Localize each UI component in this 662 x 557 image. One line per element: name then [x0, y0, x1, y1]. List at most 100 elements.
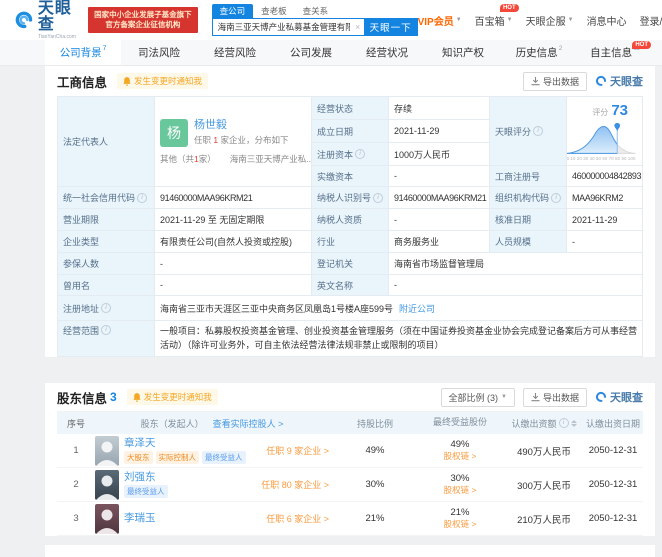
info-icon[interactable]	[137, 193, 147, 203]
login-register-link[interactable]: 登录/注册	[640, 13, 662, 28]
field-value: -	[389, 166, 489, 186]
export-data-button[interactable]: 导出数据	[523, 388, 587, 407]
field-value: 一般项目：私募股权投资基金管理、创业投资基金管理服务（须在中国证券投资基金业协会…	[155, 321, 642, 356]
badge-major-shareholder: 大股东	[124, 451, 153, 464]
field-value: 商务服务业	[389, 231, 489, 252]
search-input[interactable]	[212, 18, 364, 36]
view-controller-link[interactable]: 查看实际控股人 >	[213, 417, 284, 430]
field-label: 组织机构代码	[490, 187, 566, 208]
field-value: 91460000MAA96KRM21	[155, 187, 311, 208]
info-icon[interactable]	[355, 149, 365, 159]
col-header-ratio: 持股比例	[335, 417, 415, 430]
tab-judicial-risk[interactable]: 司法风险	[121, 40, 197, 65]
shareholder-name-link[interactable]: 李瑞玉	[124, 512, 156, 525]
search-button[interactable]: 天眼一下	[364, 18, 418, 36]
shareholder-name-link[interactable]: 刘强东	[124, 471, 168, 484]
table-row: 3 李瑞玉 任职 6 家企业 > 21% 21% 股权链 > 210万人民币 2…	[57, 502, 643, 536]
hot-badge: HOT	[632, 41, 651, 49]
search-tab-company[interactable]: 查公司	[212, 4, 254, 18]
tab-intellectual-property[interactable]: 知识产权	[425, 40, 501, 65]
shareholders-table: 序号 股东（发起人） 查看实际控股人 > 持股比例 最终受益股份 认缴出资额 认…	[57, 411, 643, 536]
info-icon[interactable]	[373, 193, 383, 203]
business-info-card: 工商信息 发生变更时通知我 导出数据 天眼查 法	[45, 66, 655, 357]
message-center-link[interactable]: 消息中心	[587, 13, 627, 28]
brand-name: 天眼查	[38, 1, 80, 33]
enterprise-service-menu[interactable]: 天眼企服▼	[526, 13, 574, 28]
sort-icon[interactable]	[571, 420, 577, 427]
shareholders-count: 3	[110, 390, 117, 404]
badge-actual-controller: 实际控制人	[156, 451, 200, 464]
search-tab-relation[interactable]: 查关系	[295, 4, 337, 18]
table-row: 1 章泽天 大股东 实际控制人 最终受益人 任职 9 家企业 >	[57, 434, 643, 468]
row-index: 3	[57, 513, 95, 524]
info-icon[interactable]	[559, 418, 569, 428]
tab-operation-risk[interactable]: 经营风险	[197, 40, 273, 65]
field-value: -	[155, 253, 311, 274]
holding-ratio: 49%	[335, 445, 415, 456]
info-icon[interactable]	[551, 193, 561, 203]
ratio-filter-dropdown[interactable]: 全部比例 (3) ▼	[441, 388, 515, 407]
col-header-benefit: 最终受益股份	[415, 417, 505, 429]
tab-self-info[interactable]: 自主信息11HOT	[577, 40, 653, 65]
field-label: 工商注册号	[490, 166, 566, 186]
tianyancha-logo[interactable]: 天眼查 TianYanCha.com	[14, 1, 80, 40]
tab-history-info[interactable]: 历史信息2	[501, 40, 577, 65]
benefit-share: 30%	[415, 473, 505, 485]
bell-icon	[123, 77, 131, 86]
field-label: 纳税人识别号	[312, 187, 388, 208]
bell-icon	[133, 393, 141, 402]
change-notify-button[interactable]: 发生变更时通知我	[117, 73, 208, 89]
badge-beneficial-owner: 最终受益人	[124, 485, 168, 498]
equity-chain-link[interactable]: 股权链 >	[415, 451, 505, 462]
badge-beneficial-owner: 最终受益人	[202, 451, 246, 464]
vip-menu[interactable]: VIP会员▼	[418, 13, 462, 28]
tianyancha-watermark: 天眼查	[595, 73, 643, 89]
info-icon[interactable]	[533, 126, 543, 136]
change-notify-button[interactable]: 发生变更时通知我	[127, 389, 218, 405]
download-icon	[531, 77, 540, 86]
tenure-link[interactable]: 任职 9 家企业 >	[266, 444, 329, 457]
chevron-down-icon: ▼	[568, 17, 574, 23]
legal-rep-name-link[interactable]: 杨世毅	[194, 119, 288, 132]
subscribed-date: 2050-12-31	[583, 445, 643, 456]
shareholder-photo	[95, 504, 119, 534]
official-banner: 国家中小企业发展子基金旗下 官方备案企业征信机构	[88, 7, 198, 33]
field-value: 460000004842893	[567, 166, 642, 186]
person-silhouette-icon	[95, 436, 119, 466]
field-value: 1000万人民币	[389, 143, 489, 165]
field-value: MAA96KRM2	[567, 187, 642, 208]
info-icon[interactable]	[101, 325, 111, 335]
tianyancha-watermark: 天眼查	[595, 389, 643, 405]
clear-icon[interactable]: ×	[352, 18, 364, 36]
holding-ratio: 21%	[335, 513, 415, 524]
tab-company-background[interactable]: 公司背景7	[45, 40, 121, 65]
tenure-link[interactable]: 任职 80 家企业 >	[261, 478, 329, 491]
tab-operation-status[interactable]: 经营状况	[349, 40, 425, 65]
related-company-link[interactable]: 海南三亚天博产业私...	[230, 153, 311, 165]
field-label: 营业期限	[58, 209, 154, 230]
subscribed-amount: 490万人民币	[505, 444, 583, 458]
search-tab-boss[interactable]: 查老板	[253, 4, 295, 18]
field-label: 核准日期	[490, 209, 566, 230]
field-value: 2021-11-29	[567, 209, 642, 230]
field-value: 91460000MAA96KRM21	[389, 187, 489, 208]
equity-chain-link[interactable]: 股权链 >	[415, 485, 505, 496]
shareholder-name-link[interactable]: 章泽天	[124, 437, 246, 450]
download-icon	[531, 393, 540, 402]
info-icon[interactable]	[101, 303, 111, 313]
shareholders-card: 股东信息 3 发生变更时通知我 全部比例 (3) ▼ 导出数据	[45, 383, 655, 536]
equity-chain-link[interactable]: 股权链 >	[415, 519, 505, 530]
field-value: 海南省三亚市天涯区三亚中央商务区凤凰岛1号楼A座599号 附近公司	[155, 296, 642, 320]
tianyan-score-chart: 评分 73 0 10 20 30 40 50 60 70 80 90 100	[567, 97, 642, 165]
tab-company-development[interactable]: 公司发展	[273, 40, 349, 65]
export-data-button[interactable]: 导出数据	[523, 72, 587, 91]
field-label: 天眼评分	[490, 97, 566, 165]
section-title-business: 工商信息	[57, 72, 107, 91]
subscribed-date: 2050-12-31	[583, 479, 643, 490]
avatar[interactable]: 杨	[160, 119, 188, 147]
toolbox-menu[interactable]: HOT百宝箱▼	[475, 13, 513, 28]
tenure-link[interactable]: 任职 6 家企业 >	[266, 512, 329, 525]
nearby-companies-link[interactable]: 附近公司	[399, 302, 435, 315]
field-label: 实缴资本	[312, 166, 388, 186]
person-silhouette-icon	[95, 504, 119, 534]
